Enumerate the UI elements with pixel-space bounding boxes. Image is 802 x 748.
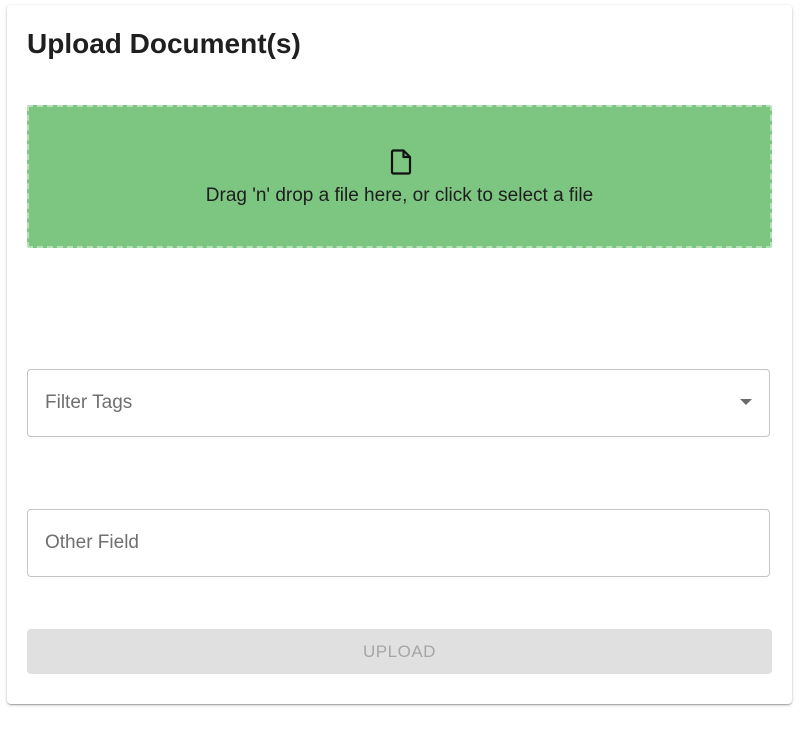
page-title: Upload Document(s) bbox=[27, 28, 301, 59]
other-field-label: Other Field bbox=[45, 532, 139, 553]
dropzone-instructions: Drag 'n' drop a file here, or click to s… bbox=[205, 185, 594, 206]
chevron-down-icon[interactable] bbox=[740, 399, 752, 405]
upload-card: Upload Document(s) Drag 'n' drop a file … bbox=[7, 5, 792, 704]
file-dropzone[interactable]: Drag 'n' drop a file here, or click to s… bbox=[27, 105, 772, 248]
filter-tags-label: Filter Tags bbox=[45, 392, 133, 413]
other-field-input[interactable]: Other Field bbox=[27, 509, 770, 577]
filter-tags-select[interactable]: Filter Tags bbox=[27, 369, 770, 437]
file-icon bbox=[390, 149, 412, 175]
upload-button[interactable]: UPLOAD bbox=[27, 629, 772, 674]
